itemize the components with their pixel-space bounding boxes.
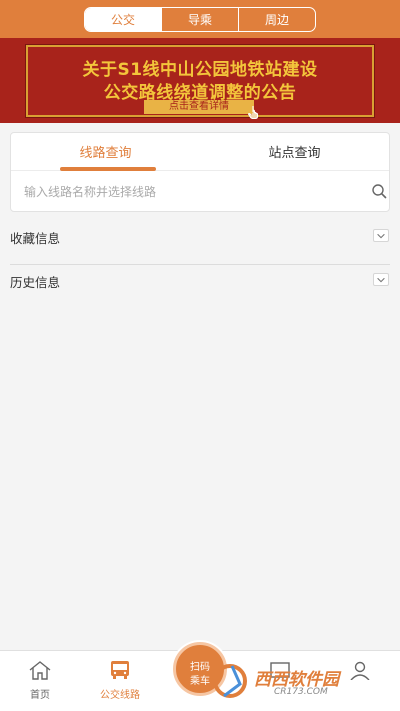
query-tabs: 线路查询 站点查询	[11, 133, 389, 171]
banner-frame: 关于S1线中山公园地铁站建设 公交路线绕道调整的公告 点击查看详情	[25, 44, 375, 119]
chevron-down-icon[interactable]	[373, 229, 389, 242]
tab-bus[interactable]: 公交	[85, 8, 162, 31]
watermark-logo-icon	[213, 664, 247, 698]
announcement-banner[interactable]: 关于S1线中山公园地铁站建设 公交路线绕道调整的公告 点击查看详情	[0, 38, 400, 123]
tab-guide[interactable]: 导乘	[162, 8, 239, 31]
active-tab-indicator	[60, 167, 156, 171]
hand-pointer-icon	[248, 106, 259, 119]
nav-bus-routes[interactable]: 公交线路	[80, 651, 160, 711]
tab-route-query[interactable]: 线路查询	[11, 133, 200, 170]
route-search-input[interactable]	[24, 181, 344, 203]
nav-home-label: 首页	[30, 690, 50, 701]
chevron-down-icon[interactable]	[373, 273, 389, 286]
tab-stop-query[interactable]: 站点查询	[200, 133, 389, 170]
tab-nearby[interactable]: 周边	[239, 8, 315, 31]
favorites-label: 收藏信息	[10, 231, 61, 246]
search-row	[11, 172, 389, 212]
nav-home[interactable]: 首页	[0, 651, 80, 711]
nav-bus-routes-label: 公交线路	[100, 690, 140, 701]
search-icon[interactable]	[371, 183, 387, 199]
top-segmented-control: 公交 导乘 周边	[84, 7, 316, 32]
bus-icon	[111, 661, 129, 679]
banner-title-line1: 关于S1线中山公园地铁站建设	[82, 60, 318, 80]
top-bar: 公交 导乘 周边	[0, 0, 400, 38]
query-card: 线路查询 站点查询	[10, 132, 390, 212]
watermark-site: CR173.COM	[274, 687, 328, 697]
history-label: 历史信息	[10, 275, 61, 290]
favorites-section[interactable]: 收藏信息	[0, 217, 400, 257]
watermark: 西西软件园 CR173.COM	[208, 660, 386, 700]
history-section[interactable]: 历史信息	[0, 261, 400, 301]
banner-detail-button[interactable]: 点击查看详情	[144, 100, 254, 114]
home-icon	[29, 661, 51, 680]
